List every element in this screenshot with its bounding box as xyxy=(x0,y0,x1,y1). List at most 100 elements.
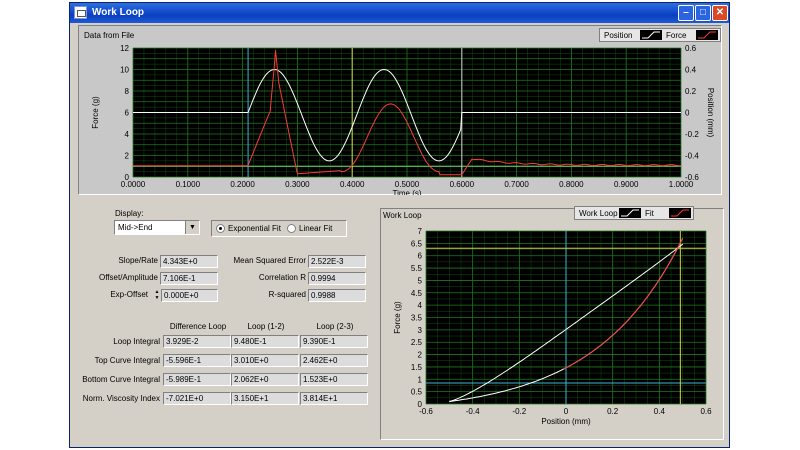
x-tick-label: -0.2 xyxy=(512,407,526,416)
rsq-label: R-squared xyxy=(268,290,306,299)
offset-label: Offset/Amplitude xyxy=(99,273,158,282)
loop-cell: 3.929E-2 xyxy=(163,335,231,348)
x-tick-label: 0.9000 xyxy=(614,180,639,189)
loop-table-header: Difference Loop xyxy=(169,322,227,331)
linear-fit-label[interactable]: Linear Fit xyxy=(299,224,332,233)
loop-cell: 2.462E+0 xyxy=(300,354,368,367)
mse-label: Mean Squared Error xyxy=(233,256,306,265)
work-loop-chart[interactable]: -0.6 -0.4 -0.2 0 0.2 0.4 0.600.511.522.533.544… xyxy=(380,208,724,440)
x-tick-label: 0.4000 xyxy=(340,180,365,189)
fit-type-group: Exponential Fit Linear Fit xyxy=(211,220,347,237)
close-button[interactable]: ✕ xyxy=(712,5,728,21)
y-right-tick-label: 0.6 xyxy=(685,44,697,53)
y-right-tick-label: -0.2 xyxy=(685,130,699,139)
slope-value: 4.343E+0 xyxy=(160,255,218,268)
y-left-tick-label: 4 xyxy=(125,130,130,139)
x-tick-label: 0.3000 xyxy=(285,180,310,189)
y-tick-label: 3 xyxy=(418,326,423,335)
y-tick-label: 6 xyxy=(418,252,423,261)
x-tick-label: 0.2000 xyxy=(230,180,255,189)
y-left-tick-label: 12 xyxy=(120,44,129,53)
expoffset-label: Exp-Offset xyxy=(110,290,148,299)
x-tick-label: 0.7000 xyxy=(504,180,529,189)
loop-cell: -5.989E-1 xyxy=(163,373,231,386)
y-tick-label: 5.5 xyxy=(411,264,423,273)
offset-value: 7.106E-1 xyxy=(160,272,218,285)
y-right-tick-label: -0.4 xyxy=(685,152,699,161)
expoffset-stepper[interactable]: ▲ ▼ xyxy=(154,289,160,302)
slope-label: Slope/Rate xyxy=(118,256,158,265)
expoffset-value[interactable]: 0.000E+0 xyxy=(161,289,218,302)
maximize-button[interactable]: □ xyxy=(695,5,711,21)
corr-label: Correlation R xyxy=(258,273,306,282)
loop-table-header: Loop (1-2) xyxy=(247,322,285,331)
y-left-tick-label: 2 xyxy=(125,152,130,161)
y-tick-label: 5 xyxy=(418,276,423,285)
y-right-tick-label: 0.2 xyxy=(685,87,697,96)
x-axis-label: Position (mm) xyxy=(541,417,591,426)
mse-value: 2.522E-3 xyxy=(308,255,366,268)
loop-cell: 9.480E-1 xyxy=(231,335,299,348)
y-tick-label: 0.5 xyxy=(411,388,423,397)
loop-row-label: Loop Integral xyxy=(113,337,160,346)
display-select-value: Mid->End xyxy=(118,223,153,232)
y-right-tick-label: 0.4 xyxy=(685,66,697,75)
chevron-down-icon[interactable]: ▼ xyxy=(185,221,199,234)
minimize-button[interactable]: – xyxy=(678,5,694,21)
x-tick-label: 0.8000 xyxy=(559,180,584,189)
y-tick-label: 2.5 xyxy=(411,338,423,347)
y-tick-label: 6.5 xyxy=(411,239,423,248)
work-loop-window: Work Loop – □ ✕ Data from File Position … xyxy=(69,2,730,448)
display-label: Display: xyxy=(115,209,144,218)
display-select[interactable]: Mid->End ▼ xyxy=(114,220,200,235)
x-tick-label: 0.2 xyxy=(607,407,619,416)
y-right-tick-label: 0 xyxy=(685,109,690,118)
x-tick-label: -0.4 xyxy=(466,407,480,416)
loop-cell: 3.010E+0 xyxy=(231,354,299,367)
y-right-tick-label: -0.6 xyxy=(685,173,699,182)
y-left-tick-label: 10 xyxy=(120,66,129,75)
y-axis-label: Force (g) xyxy=(393,301,402,334)
exponential-fit-label[interactable]: Exponential Fit xyxy=(228,224,281,233)
loop-row-label: Top Curve Integral xyxy=(94,356,160,365)
x-tick-label: 0.1000 xyxy=(176,180,201,189)
corr-value: 0.9994 xyxy=(308,272,366,285)
x-tick-label: 0.4 xyxy=(654,407,666,416)
y-left-tick-label: 0 xyxy=(125,173,130,182)
app-icon xyxy=(74,6,87,19)
linear-fit-radio[interactable] xyxy=(287,224,296,233)
y-tick-label: 4.5 xyxy=(411,289,423,298)
y-tick-label: 1.5 xyxy=(411,363,423,372)
y-left-axis-label: Force (g) xyxy=(91,96,100,129)
loop-row-label: Bottom Curve Integral xyxy=(82,375,160,384)
x-tick-label: 0.6 xyxy=(700,407,712,416)
loop-cell: 9.390E-1 xyxy=(300,335,368,348)
loop-row-label: Norm. Viscosity Index xyxy=(82,394,160,403)
loop-cell: 3.150E+1 xyxy=(231,392,299,405)
y-tick-label: 3.5 xyxy=(411,314,423,323)
x-tick-label: 0 xyxy=(564,407,569,416)
y-tick-label: 2 xyxy=(418,351,423,360)
rsq-value: 0.9988 xyxy=(308,289,366,302)
loop-cell: 3.814E+1 xyxy=(300,392,368,405)
title-bar[interactable]: Work Loop – □ ✕ xyxy=(70,3,729,23)
loop-cell: 2.062E+0 xyxy=(231,373,299,386)
radio-selected-dot-icon xyxy=(219,227,222,230)
loop-cell: -5.596E-1 xyxy=(163,354,231,367)
loop-table-header: Loop (2-3) xyxy=(316,322,354,331)
y-left-tick-label: 8 xyxy=(125,87,130,96)
y-left-tick-label: 6 xyxy=(125,109,130,118)
exponential-fit-radio[interactable] xyxy=(216,224,225,233)
loop-cell: -7.021E+0 xyxy=(163,392,231,405)
y-right-axis-label: Position (mm) xyxy=(706,88,715,138)
x-axis-label: Time (s) xyxy=(392,189,421,195)
time-plot-chart[interactable]: 0.0000 0.1000 0.2000 0.3000 0.4000 0.5000 0.60… xyxy=(78,25,722,195)
loop-cell: 1.523E+0 xyxy=(300,373,368,386)
y-tick-label: 1 xyxy=(418,375,423,384)
y-tick-label: 0 xyxy=(418,400,423,409)
y-tick-label: 7 xyxy=(418,227,423,236)
y-tick-label: 4 xyxy=(418,301,423,310)
x-tick-label: 0.5000 xyxy=(395,180,420,189)
x-tick-label: 0.6000 xyxy=(450,180,475,189)
window-title: Work Loop xyxy=(92,7,145,18)
